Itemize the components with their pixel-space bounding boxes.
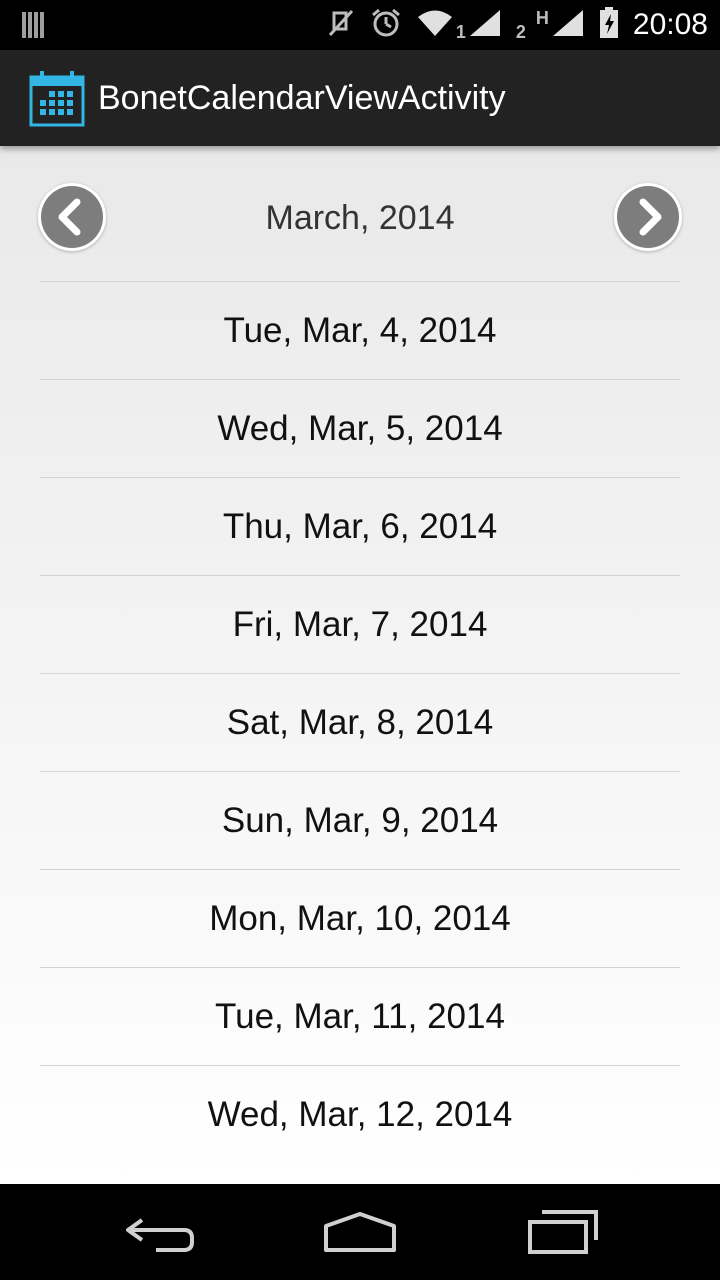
date-row[interactable]: Mon, Mar, 10, 2014 xyxy=(40,869,680,967)
wifi-icon xyxy=(416,8,454,43)
notification-bars-icon xyxy=(22,10,48,45)
date-row[interactable]: Thu, Mar, 6, 2014 xyxy=(40,477,680,575)
date-row[interactable]: Tue, Mar, 4, 2014 xyxy=(40,281,680,379)
screen: 1 2 H 20:08 BonetCalendarViewActivity Ma… xyxy=(0,0,720,1280)
network-type-label: H xyxy=(535,7,549,28)
wifi-signal-group: 1 xyxy=(416,8,502,43)
sim2-signal-group: 2 H xyxy=(516,8,585,43)
navigation-bar xyxy=(0,1184,720,1280)
date-row[interactable]: Tue, Mar, 11, 2014 xyxy=(40,967,680,1065)
date-row[interactable]: Sat, Mar, 8, 2014 xyxy=(40,673,680,771)
date-row[interactable]: Wed, Mar, 5, 2014 xyxy=(40,379,680,477)
date-row[interactable]: Wed, Mar, 12, 2014 xyxy=(40,1065,680,1163)
next-month-button[interactable] xyxy=(617,186,679,248)
action-bar: BonetCalendarViewActivity xyxy=(0,50,720,146)
signal-icon xyxy=(468,8,502,43)
app-title: BonetCalendarViewActivity xyxy=(98,79,506,117)
calendar-view: March, 2014 Tue, Mar, 4, 2014 Wed, Mar, … xyxy=(0,146,720,1184)
recent-apps-icon[interactable] xyxy=(522,1206,602,1258)
sim1-label: 1 xyxy=(455,21,466,42)
status-bar: 1 2 H 20:08 xyxy=(0,0,720,50)
chevron-right-icon xyxy=(639,198,662,236)
alarm-icon xyxy=(370,7,402,44)
home-icon[interactable] xyxy=(320,1206,400,1258)
month-title: March, 2014 xyxy=(265,199,455,237)
signal-icon xyxy=(551,8,585,43)
date-row[interactable]: Sun, Mar, 9, 2014 xyxy=(40,771,680,869)
previous-month-button[interactable] xyxy=(41,186,103,248)
calendar-icon[interactable] xyxy=(28,70,86,128)
date-list: Tue, Mar, 4, 2014 Wed, Mar, 5, 2014 Thu,… xyxy=(40,281,680,1163)
mute-icon xyxy=(326,7,356,44)
back-icon[interactable] xyxy=(120,1206,200,1258)
battery-charging-icon xyxy=(599,6,619,44)
clock: 20:08 xyxy=(632,8,708,41)
date-row[interactable]: Fri, Mar, 7, 2014 xyxy=(40,575,680,673)
sim2-label: 2 xyxy=(515,21,526,42)
month-header: March, 2014 xyxy=(40,146,680,282)
chevron-left-icon xyxy=(58,198,81,236)
